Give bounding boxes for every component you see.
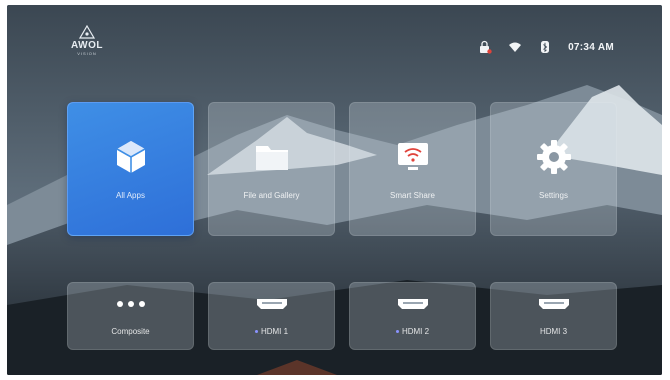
active-dot: [254, 330, 258, 334]
tile-label: Settings: [539, 191, 568, 200]
tile-settings[interactable]: Settings: [490, 102, 617, 236]
input-label: HDMI 3: [539, 327, 568, 336]
input-label-text: HDMI 1: [260, 327, 289, 336]
brand-name: AWOL: [71, 40, 103, 51]
cast-icon: [397, 143, 428, 170]
tile-file-and-gallery[interactable]: File and Gallery: [208, 102, 335, 236]
cube-icon: [116, 141, 145, 173]
input-label: HDMI 2: [350, 327, 475, 336]
tile-label: All Apps: [116, 191, 145, 200]
logo-mark-icon: [79, 25, 95, 39]
tv-home-screen: AWOL VISION 07:34 AM All Apps File and G…: [7, 5, 662, 375]
bluetooth-icon: [541, 41, 550, 53]
active-dot: [395, 330, 399, 334]
hdmi-icon: [397, 299, 428, 309]
clock: 07:34 AM: [568, 41, 614, 53]
input-hdmi-1[interactable]: HDMI 1: [208, 282, 335, 350]
tile-smart-share[interactable]: Smart Share: [349, 102, 476, 236]
input-hdmi-3[interactable]: HDMI 3: [490, 282, 617, 350]
tile-label: Smart Share: [390, 191, 435, 200]
input-label: HDMI 1: [209, 327, 334, 336]
status-bar: 07:34 AM: [478, 39, 614, 55]
lock-icon: [480, 40, 492, 54]
gear-icon: [536, 140, 571, 174]
input-label: Composite: [111, 327, 150, 336]
hdmi-icon: [256, 299, 287, 309]
input-composite[interactable]: Composite: [67, 282, 194, 350]
input-label-text: HDMI 2: [401, 327, 430, 336]
brand-logo: AWOL VISION: [63, 25, 111, 69]
brand-subtitle: VISION: [77, 51, 97, 56]
tile-label: File and Gallery: [243, 191, 300, 200]
input-hdmi-2[interactable]: HDMI 2: [349, 282, 476, 350]
tile-all-apps[interactable]: All Apps: [67, 102, 194, 236]
folder-icon: [255, 146, 288, 170]
hdmi-icon: [538, 299, 569, 309]
wifi-icon: [509, 42, 522, 52]
dots-icon: [116, 301, 145, 307]
